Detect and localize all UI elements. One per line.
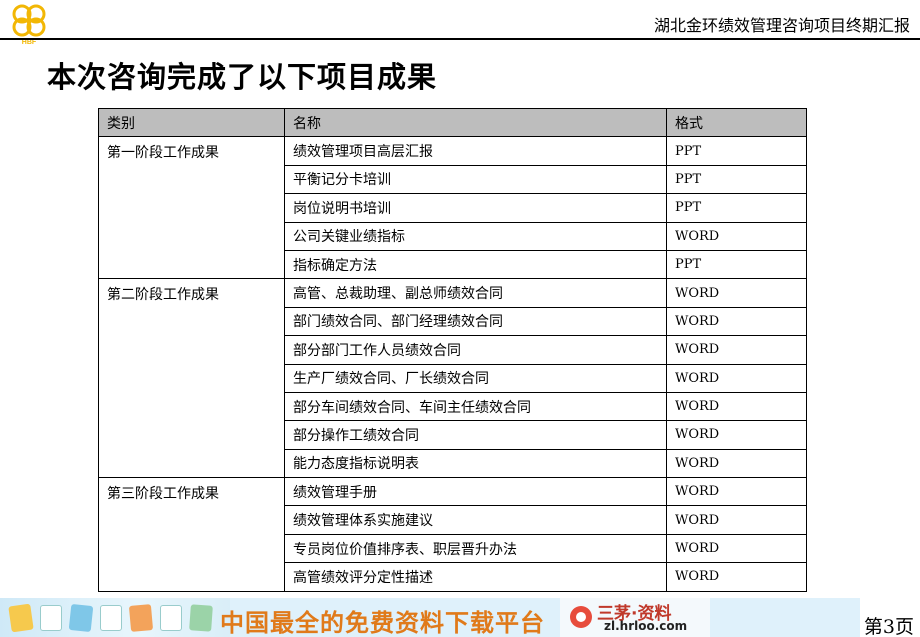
header-name: 名称 [284, 107, 667, 138]
name-cell: 高管绩效评分定性描述 [284, 562, 667, 592]
name-cell: 部分部门工作人员绩效合同 [284, 335, 667, 365]
document-icon [40, 605, 62, 631]
banner-decoration [0, 598, 230, 637]
table-header-row: 类别 名称 格式 [98, 107, 807, 138]
name-cell: 高管、总裁助理、副总师绩效合同 [284, 278, 667, 308]
name-cell: 能力态度指标说明表 [284, 448, 667, 479]
format-cell: WORD [666, 562, 807, 592]
name-cell: 绩效管理项目高层汇报 [284, 136, 667, 166]
footer-banner[interactable]: 中国最全的免费资料下载平台 三茅·资料 zl.hrloo.com [0, 598, 860, 637]
document-icon [68, 603, 94, 633]
name-cell: 指标确定方法 [284, 249, 667, 280]
category-cell: 第一阶段工作成果 [98, 136, 285, 280]
header-divider [0, 38, 920, 40]
document-icon [128, 604, 154, 632]
format-cell: WORD [666, 448, 807, 479]
page-title: 本次咨询完成了以下项目成果 [47, 60, 438, 94]
format-cell: WORD [666, 363, 807, 393]
page-number: 第3页 [863, 616, 914, 637]
table-row: 第二阶段工作成果 高管、总裁助理、副总师绩效合同 WORD [98, 278, 807, 479]
category-cell: 第二阶段工作成果 [98, 278, 285, 479]
format-cell: WORD [666, 306, 807, 337]
document-icon [160, 605, 182, 631]
document-icon [189, 604, 213, 632]
table-row: 第一阶段工作成果 绩效管理项目高层汇报 PPT [98, 136, 807, 280]
name-cell: 生产厂绩效合同、厂长绩效合同 [284, 363, 667, 393]
brand-url[interactable]: zl.hrloo.com [604, 619, 687, 633]
format-cell: PPT [666, 249, 807, 280]
name-cell: 岗位说明书培训 [284, 193, 667, 223]
name-cell: 绩效管理体系实施建议 [284, 505, 667, 535]
banner-slogan: 中国最全的免费资料下载平台 [220, 609, 545, 637]
name-cell: 绩效管理手册 [284, 477, 667, 507]
document-icon [100, 605, 122, 631]
format-cell: WORD [666, 278, 807, 308]
format-cell: WORD [666, 477, 807, 507]
name-cell: 专员岗位价值排序表、职层晋升办法 [284, 533, 667, 564]
category-cell: 第三阶段工作成果 [98, 477, 285, 592]
format-cell: WORD [666, 505, 807, 535]
document-icon [8, 603, 34, 633]
format-cell: WORD [666, 335, 807, 365]
format-cell: WORD [666, 391, 807, 422]
name-cell: 平衡记分卡培训 [284, 164, 667, 195]
name-cell: 部分操作工绩效合同 [284, 420, 667, 450]
header-format: 格式 [666, 107, 807, 138]
brand-logo-icon [570, 606, 592, 628]
format-cell: WORD [666, 221, 807, 251]
format-cell: PPT [666, 164, 807, 195]
logo-text: HBF [22, 39, 37, 46]
name-cell: 部分车间绩效合同、车间主任绩效合同 [284, 391, 667, 422]
table-row: 第三阶段工作成果 绩效管理手册 WORD [98, 477, 807, 592]
results-table: 类别 名称 格式 第一阶段工作成果 绩效管理项目高层汇报 PPT 平衡记分卡培训… [98, 107, 807, 592]
header-category: 类别 [98, 107, 285, 138]
format-cell: PPT [666, 136, 807, 166]
format-cell: WORD [666, 420, 807, 450]
format-cell: PPT [666, 193, 807, 223]
name-cell: 公司关键业绩指标 [284, 221, 667, 251]
name-cell: 部门绩效合同、部门经理绩效合同 [284, 306, 667, 337]
report-title: 湖北金环绩效管理咨询项目终期汇报 [653, 16, 910, 35]
format-cell: WORD [666, 533, 807, 564]
